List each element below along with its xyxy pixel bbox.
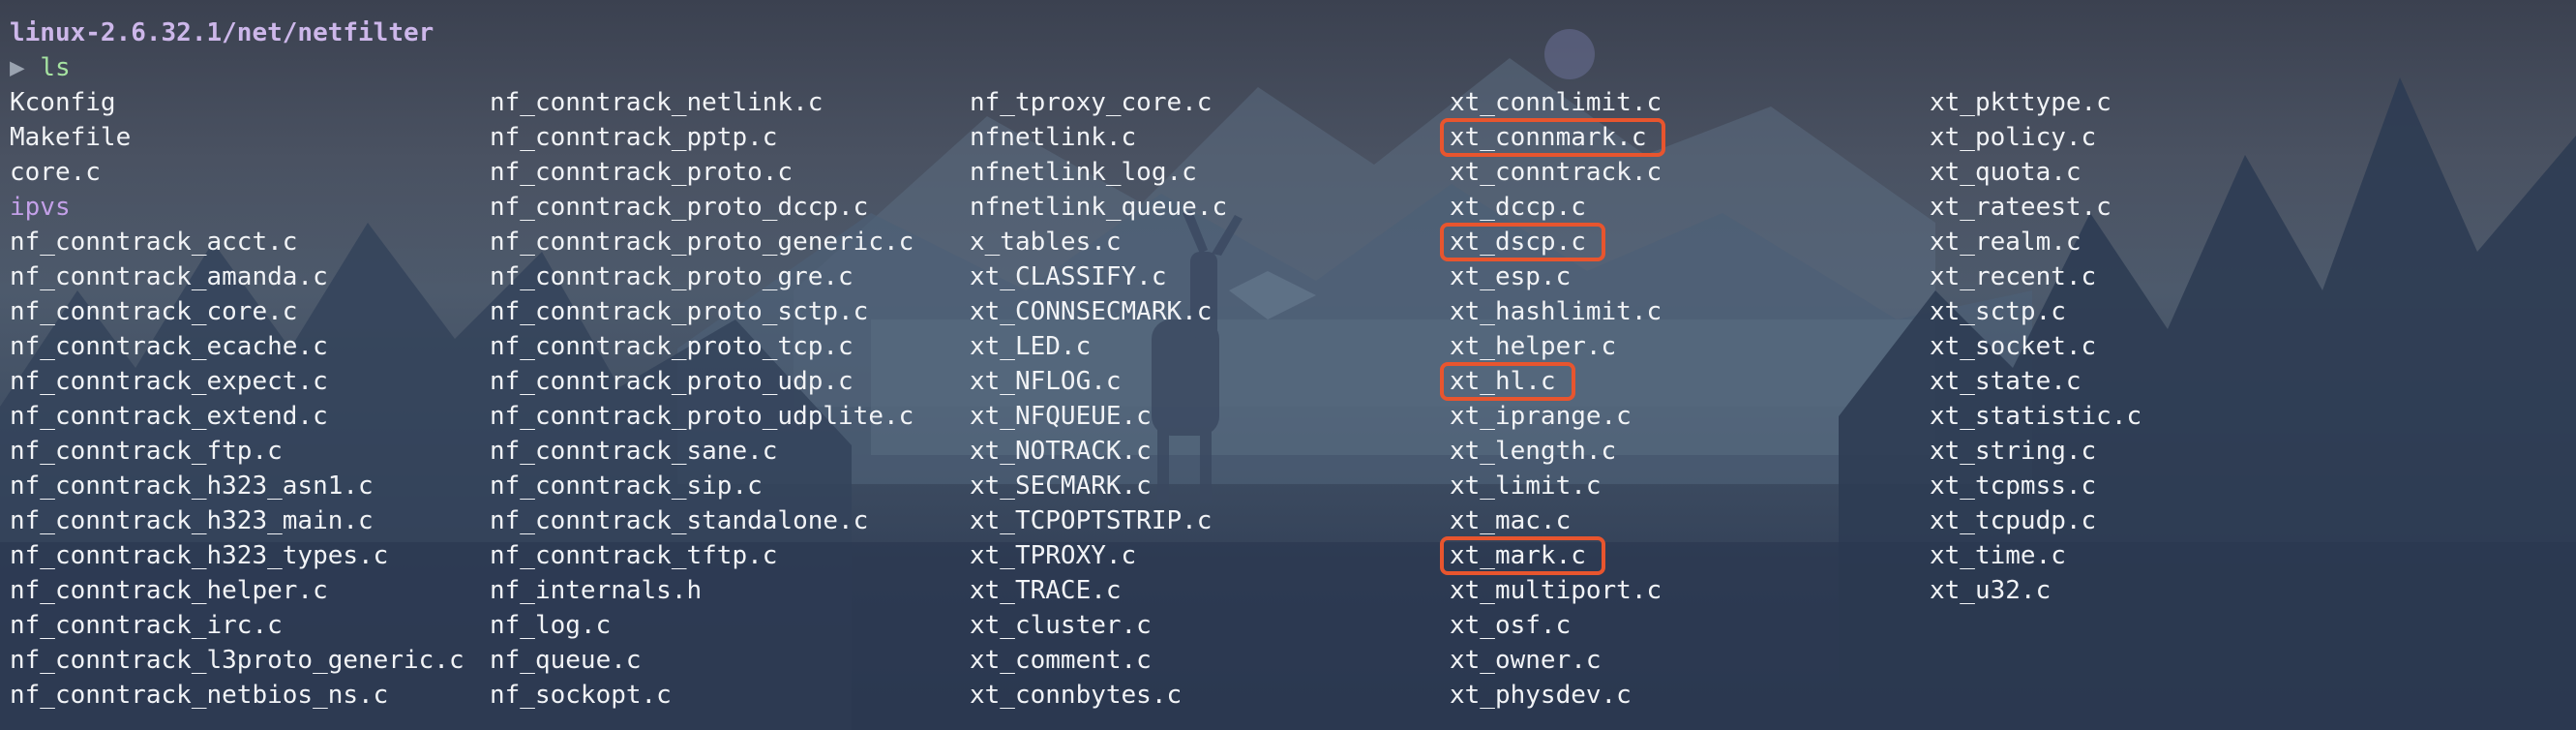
file-entry[interactable]: nf_conntrack_proto_udplite.c <box>490 399 914 434</box>
file-entry[interactable]: nf_conntrack_netbios_ns.c <box>10 678 464 713</box>
file-entry[interactable]: nf_conntrack_helper.c <box>10 573 464 608</box>
file-entry[interactable]: xt_comment.c <box>970 643 1227 678</box>
highlight-box <box>1440 536 1605 575</box>
file-entry[interactable]: xt_connlimit.c <box>1450 85 1662 120</box>
file-entry[interactable]: nf_conntrack_proto_udp.c <box>490 364 914 399</box>
file-entry[interactable]: nf_conntrack_proto_gre.c <box>490 259 914 294</box>
file-entry[interactable]: xt_socket.c <box>1930 329 2142 364</box>
file-entry[interactable]: xt_TPROXY.c <box>970 538 1227 573</box>
file-entry[interactable]: nf_log.c <box>490 608 914 643</box>
highlight-box <box>1440 118 1665 157</box>
file-entry[interactable]: Kconfig <box>10 85 464 120</box>
file-entry[interactable]: xt_policy.c <box>1930 120 2142 155</box>
file-entry[interactable]: xt_CONNSECMARK.c <box>970 294 1227 329</box>
file-entry[interactable]: nf_queue.c <box>490 643 914 678</box>
file-entry[interactable]: xt_time.c <box>1930 538 2142 573</box>
file-entry[interactable]: xt_dccp.c <box>1450 190 1662 225</box>
file-entry[interactable]: xt_NFLOG.c <box>970 364 1227 399</box>
file-entry[interactable]: xt_cluster.c <box>970 608 1227 643</box>
file-entry[interactable]: xt_multiport.c <box>1450 573 1662 608</box>
file-entry[interactable]: xt_connbytes.c <box>970 678 1227 713</box>
file-entry[interactable]: nf_conntrack_ecache.c <box>10 329 464 364</box>
file-entry[interactable]: nf_conntrack_irc.c <box>10 608 464 643</box>
file-entry[interactable]: nf_tproxy_core.c <box>970 85 1227 120</box>
file-entry[interactable]: nf_conntrack_sip.c <box>490 469 914 503</box>
file-entry[interactable]: xt_SECMARK.c <box>970 469 1227 503</box>
file-entry[interactable]: xt_sctp.c <box>1930 294 2142 329</box>
file-entry[interactable]: xt_TRACE.c <box>970 573 1227 608</box>
file-entry[interactable]: xt_NOTRACK.c <box>970 434 1227 469</box>
file-entry[interactable]: xt_limit.c <box>1450 469 1662 503</box>
file-entry[interactable]: xt_NFQUEUE.c <box>970 399 1227 434</box>
file-entry[interactable]: xt_hashlimit.c <box>1450 294 1662 329</box>
file-entry[interactable]: nf_conntrack_proto_tcp.c <box>490 329 914 364</box>
file-entry[interactable]: xt_pkttype.c <box>1930 85 2142 120</box>
file-entry[interactable]: nf_conntrack_extend.c <box>10 399 464 434</box>
file-entry[interactable]: nf_conntrack_sane.c <box>490 434 914 469</box>
file-entry[interactable]: nf_conntrack_proto.c <box>490 155 914 190</box>
file-entry[interactable]: xt_mac.c <box>1450 503 1662 538</box>
file-entry[interactable]: nf_conntrack_ftp.c <box>10 434 464 469</box>
listing-column-5: xt_pkttype.c xt_policy.c xt_quota.c xt_rate… <box>1930 85 2142 608</box>
terminal-window[interactable]: linux-2.6.32.1/net/netfilter ▶ ls Kconfi… <box>0 0 2576 730</box>
file-entry[interactable]: nf_conntrack_proto_dccp.c <box>490 190 914 225</box>
file-entry[interactable]: nf_sockopt.c <box>490 678 914 713</box>
file-entry[interactable]: nf_conntrack_h323_types.c <box>10 538 464 573</box>
file-entry[interactable]: xt_quota.c <box>1930 155 2142 190</box>
file-entry[interactable]: xt_realm.c <box>1930 225 2142 259</box>
file-entry[interactable]: xt_u32.c <box>1930 573 2142 608</box>
file-entry[interactable]: nf_conntrack_pptp.c <box>490 120 914 155</box>
file-entry[interactable]: core.c <box>10 155 464 190</box>
file-entry[interactable]: xt_tcpmss.c <box>1930 469 2142 503</box>
listing-column-1: Kconfig Makefile core.c ipvs nf_conntrack_ac… <box>10 85 464 713</box>
file-entry[interactable]: xt_string.c <box>1930 434 2142 469</box>
file-entry[interactable]: nf_conntrack_proto_generic.c <box>490 225 914 259</box>
file-entry[interactable]: nf_conntrack_tftp.c <box>490 538 914 573</box>
file-entry[interactable]: xt_TCPOPTSTRIP.c <box>970 503 1227 538</box>
file-entry[interactable]: xt_LED.c <box>970 329 1227 364</box>
file-entry[interactable]: xt_iprange.c <box>1450 399 1662 434</box>
file-entry[interactable]: x_tables.c <box>970 225 1227 259</box>
file-entry[interactable]: xt_tcpudp.c <box>1930 503 2142 538</box>
highlight-box <box>1440 223 1605 261</box>
file-entry[interactable]: nfnetlink_log.c <box>970 155 1227 190</box>
file-entry[interactable]: Makefile <box>10 120 464 155</box>
file-entry[interactable]: nfnetlink_queue.c <box>970 190 1227 225</box>
file-entry[interactable]: xt_rateest.c <box>1930 190 2142 225</box>
file-entry[interactable]: xt_CLASSIFY.c <box>970 259 1227 294</box>
highlight-box <box>1440 362 1575 401</box>
file-entry[interactable]: xt_state.c <box>1930 364 2142 399</box>
listing-column-3: nf_tproxy_core.c nfnetlink.c nfnetlink_log… <box>970 85 1227 713</box>
file-entry[interactable]: nf_conntrack_proto_sctp.c <box>490 294 914 329</box>
command-text: ls <box>40 53 71 82</box>
file-entry[interactable]: xt_osf.c <box>1450 608 1662 643</box>
file-entry[interactable]: nf_conntrack_standalone.c <box>490 503 914 538</box>
file-entry[interactable]: xt_length.c <box>1450 434 1662 469</box>
file-entry[interactable]: xt_recent.c <box>1930 259 2142 294</box>
file-entry[interactable]: nf_conntrack_acct.c <box>10 225 464 259</box>
file-entry[interactable]: xt_conntrack.c <box>1450 155 1662 190</box>
file-entry[interactable]: nf_conntrack_h323_asn1.c <box>10 469 464 503</box>
prompt-arrow-icon: ▶ <box>10 53 25 82</box>
file-entry[interactable]: nf_conntrack_expect.c <box>10 364 464 399</box>
file-entry[interactable]: xt_physdev.c <box>1450 678 1662 713</box>
file-entry[interactable]: nf_conntrack_netlink.c <box>490 85 914 120</box>
file-entry[interactable]: xt_owner.c <box>1450 643 1662 678</box>
file-entry[interactable]: xt_statistic.c <box>1930 399 2142 434</box>
file-entry[interactable]: nf_conntrack_amanda.c <box>10 259 464 294</box>
file-entry[interactable]: xt_esp.c <box>1450 259 1662 294</box>
prompt-line: ▶ ls <box>10 50 71 85</box>
file-entry[interactable]: xt_helper.c <box>1450 329 1662 364</box>
file-entry[interactable]: nf_conntrack_l3proto_generic.c <box>10 643 464 678</box>
prompt-path: linux-2.6.32.1/net/netfilter <box>10 18 434 47</box>
directory-entry[interactable]: ipvs <box>10 190 464 225</box>
file-entry[interactable]: nfnetlink.c <box>970 120 1227 155</box>
file-entry[interactable]: nf_conntrack_core.c <box>10 294 464 329</box>
listing-column-2: nf_conntrack_netlink.c nf_conntrack_pptp.… <box>490 85 914 713</box>
file-entry[interactable]: nf_conntrack_h323_main.c <box>10 503 464 538</box>
file-entry[interactable]: nf_internals.h <box>490 573 914 608</box>
